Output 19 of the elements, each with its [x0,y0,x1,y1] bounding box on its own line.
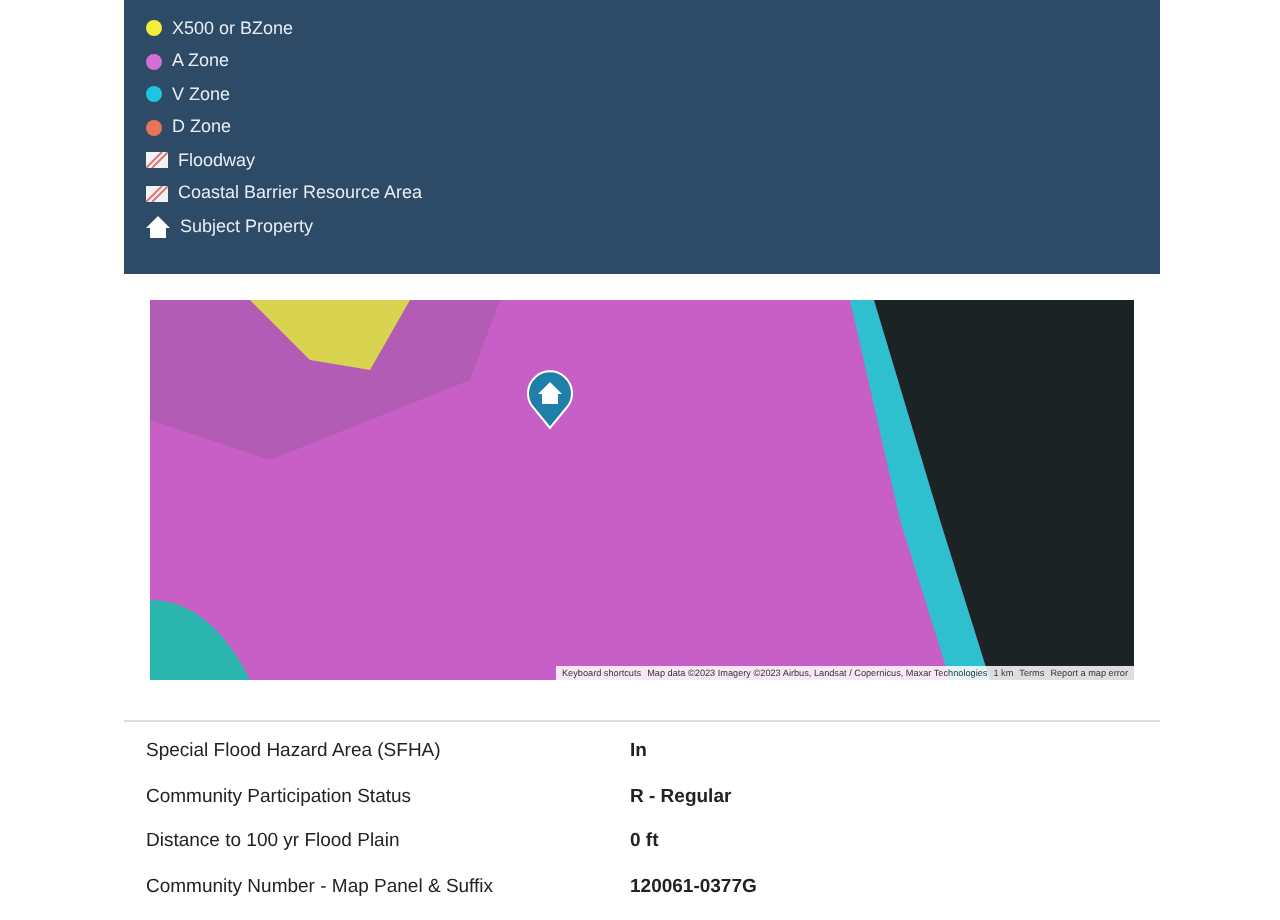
hatch-swatch-icon [146,185,168,202]
location-pin-icon[interactable] [526,370,574,430]
legend-label: Floodway [178,147,256,174]
detail-label: Special Flood Hazard Area (SFHA) [144,738,443,767]
detail-value: 0 ft [630,828,659,857]
detail-value: In [630,738,647,767]
hatch-swatch-icon [146,152,168,169]
legend-label: A Zone [172,48,230,74]
detail-label: Community Number - Map Panel & Suffix [144,873,496,902]
legend-label: X500 or BZone [172,15,294,41]
legend-label: V Zone [172,81,231,107]
detail-label: Distance to 100 yr Flood Plain [144,828,402,857]
detail-value: R - Regular [630,783,732,812]
detail-value: 120061-0377G [630,873,757,902]
detail-label: Community Participation Status [144,783,414,812]
legend-label: Coastal Barrier Resource Area [178,180,423,206]
house-icon [146,215,170,238]
legend-label: D Zone [172,114,232,140]
legend-label: Subject Property [180,213,314,240]
